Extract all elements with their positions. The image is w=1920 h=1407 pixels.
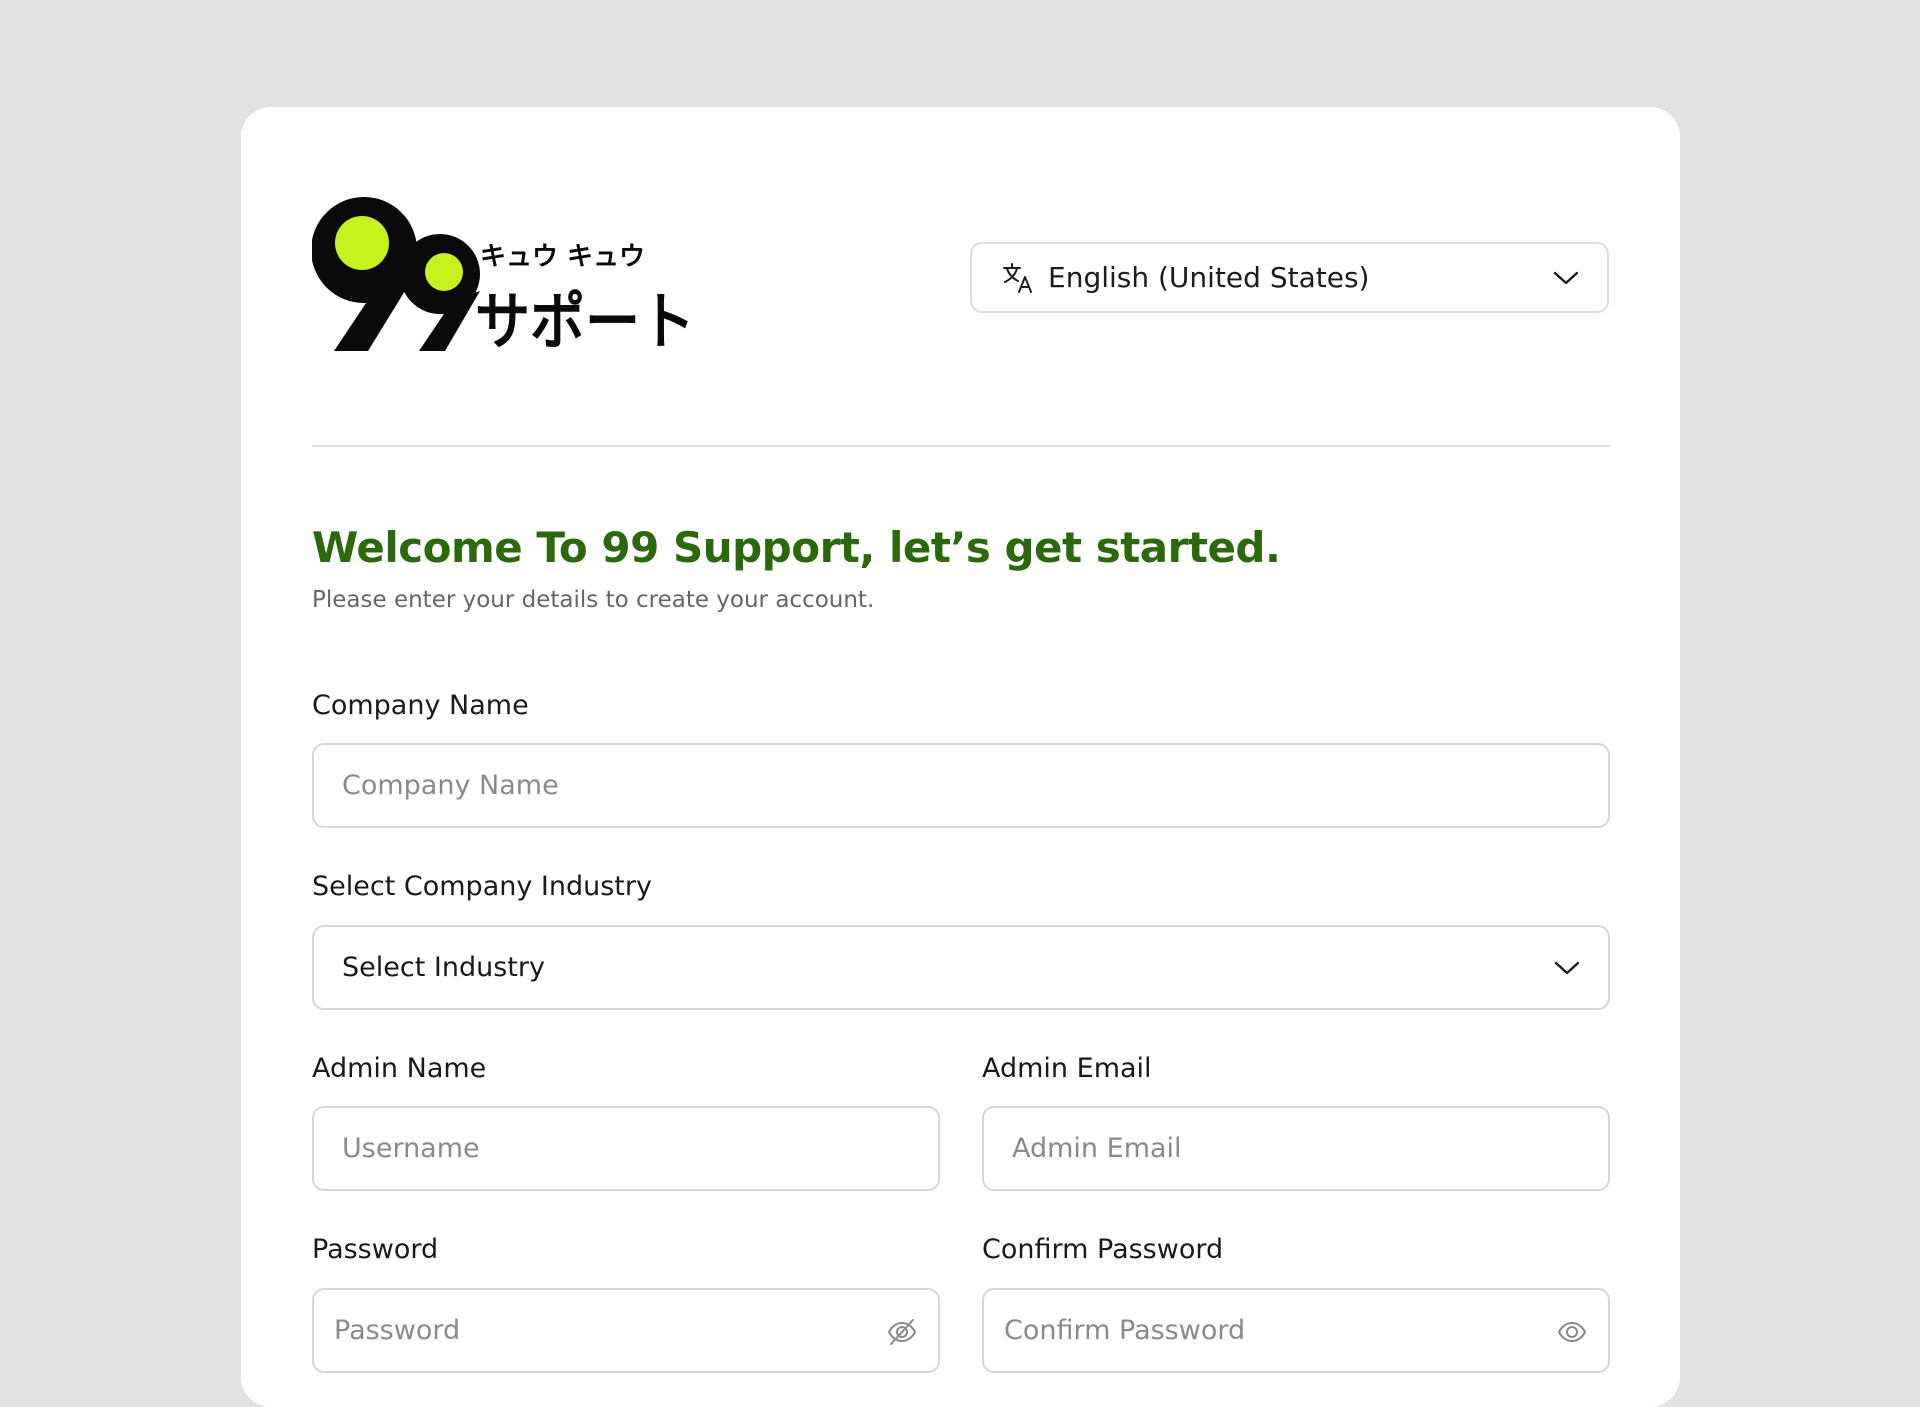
admin-email-field [982,1106,1610,1191]
company-name-input[interactable] [314,745,1608,826]
password-label: Password [312,1234,439,1265]
admin-email-label: Admin Email [982,1053,1152,1084]
logo-kana: キュウ キュウ [480,242,645,272]
industry-select[interactable]: Select Industry [312,925,1610,1010]
confirm-password-label: Confirm Password [982,1234,1224,1265]
industry-label: Select Company Industry [312,871,652,902]
language-label: English (United States) [1048,261,1370,294]
confirm-password-field [982,1288,1610,1373]
eye-icon[interactable] [1556,1317,1588,1347]
welcome-title: Welcome To 99 Support, let’s get started… [312,523,1281,572]
svg-text:サポート: サポート [475,285,695,351]
password-input[interactable] [314,1290,938,1371]
company-name-field [312,743,1610,828]
welcome-subtitle: Please enter your details to create your… [312,587,875,613]
chevron-down-icon [1552,953,1582,983]
admin-name-label: Admin Name [312,1053,487,1084]
language-select[interactable]: English (United States) [970,242,1609,313]
company-name-label: Company Name [312,690,529,721]
confirm-password-input[interactable] [984,1290,1608,1371]
header-divider [312,445,1610,447]
chevron-down-icon [1551,263,1581,293]
translate-icon [1001,261,1035,295]
industry-select-value: Select Industry [342,952,545,983]
eye-slash-icon[interactable] [886,1317,918,1347]
password-field [312,1288,940,1373]
signup-card: キュウ キュウ サポート English (United States) Wel… [241,107,1680,1407]
admin-name-input[interactable] [314,1108,938,1189]
brand-logo: キュウ キュウ サポート [311,191,702,358]
admin-name-field [312,1106,940,1191]
admin-email-input[interactable] [984,1108,1608,1189]
